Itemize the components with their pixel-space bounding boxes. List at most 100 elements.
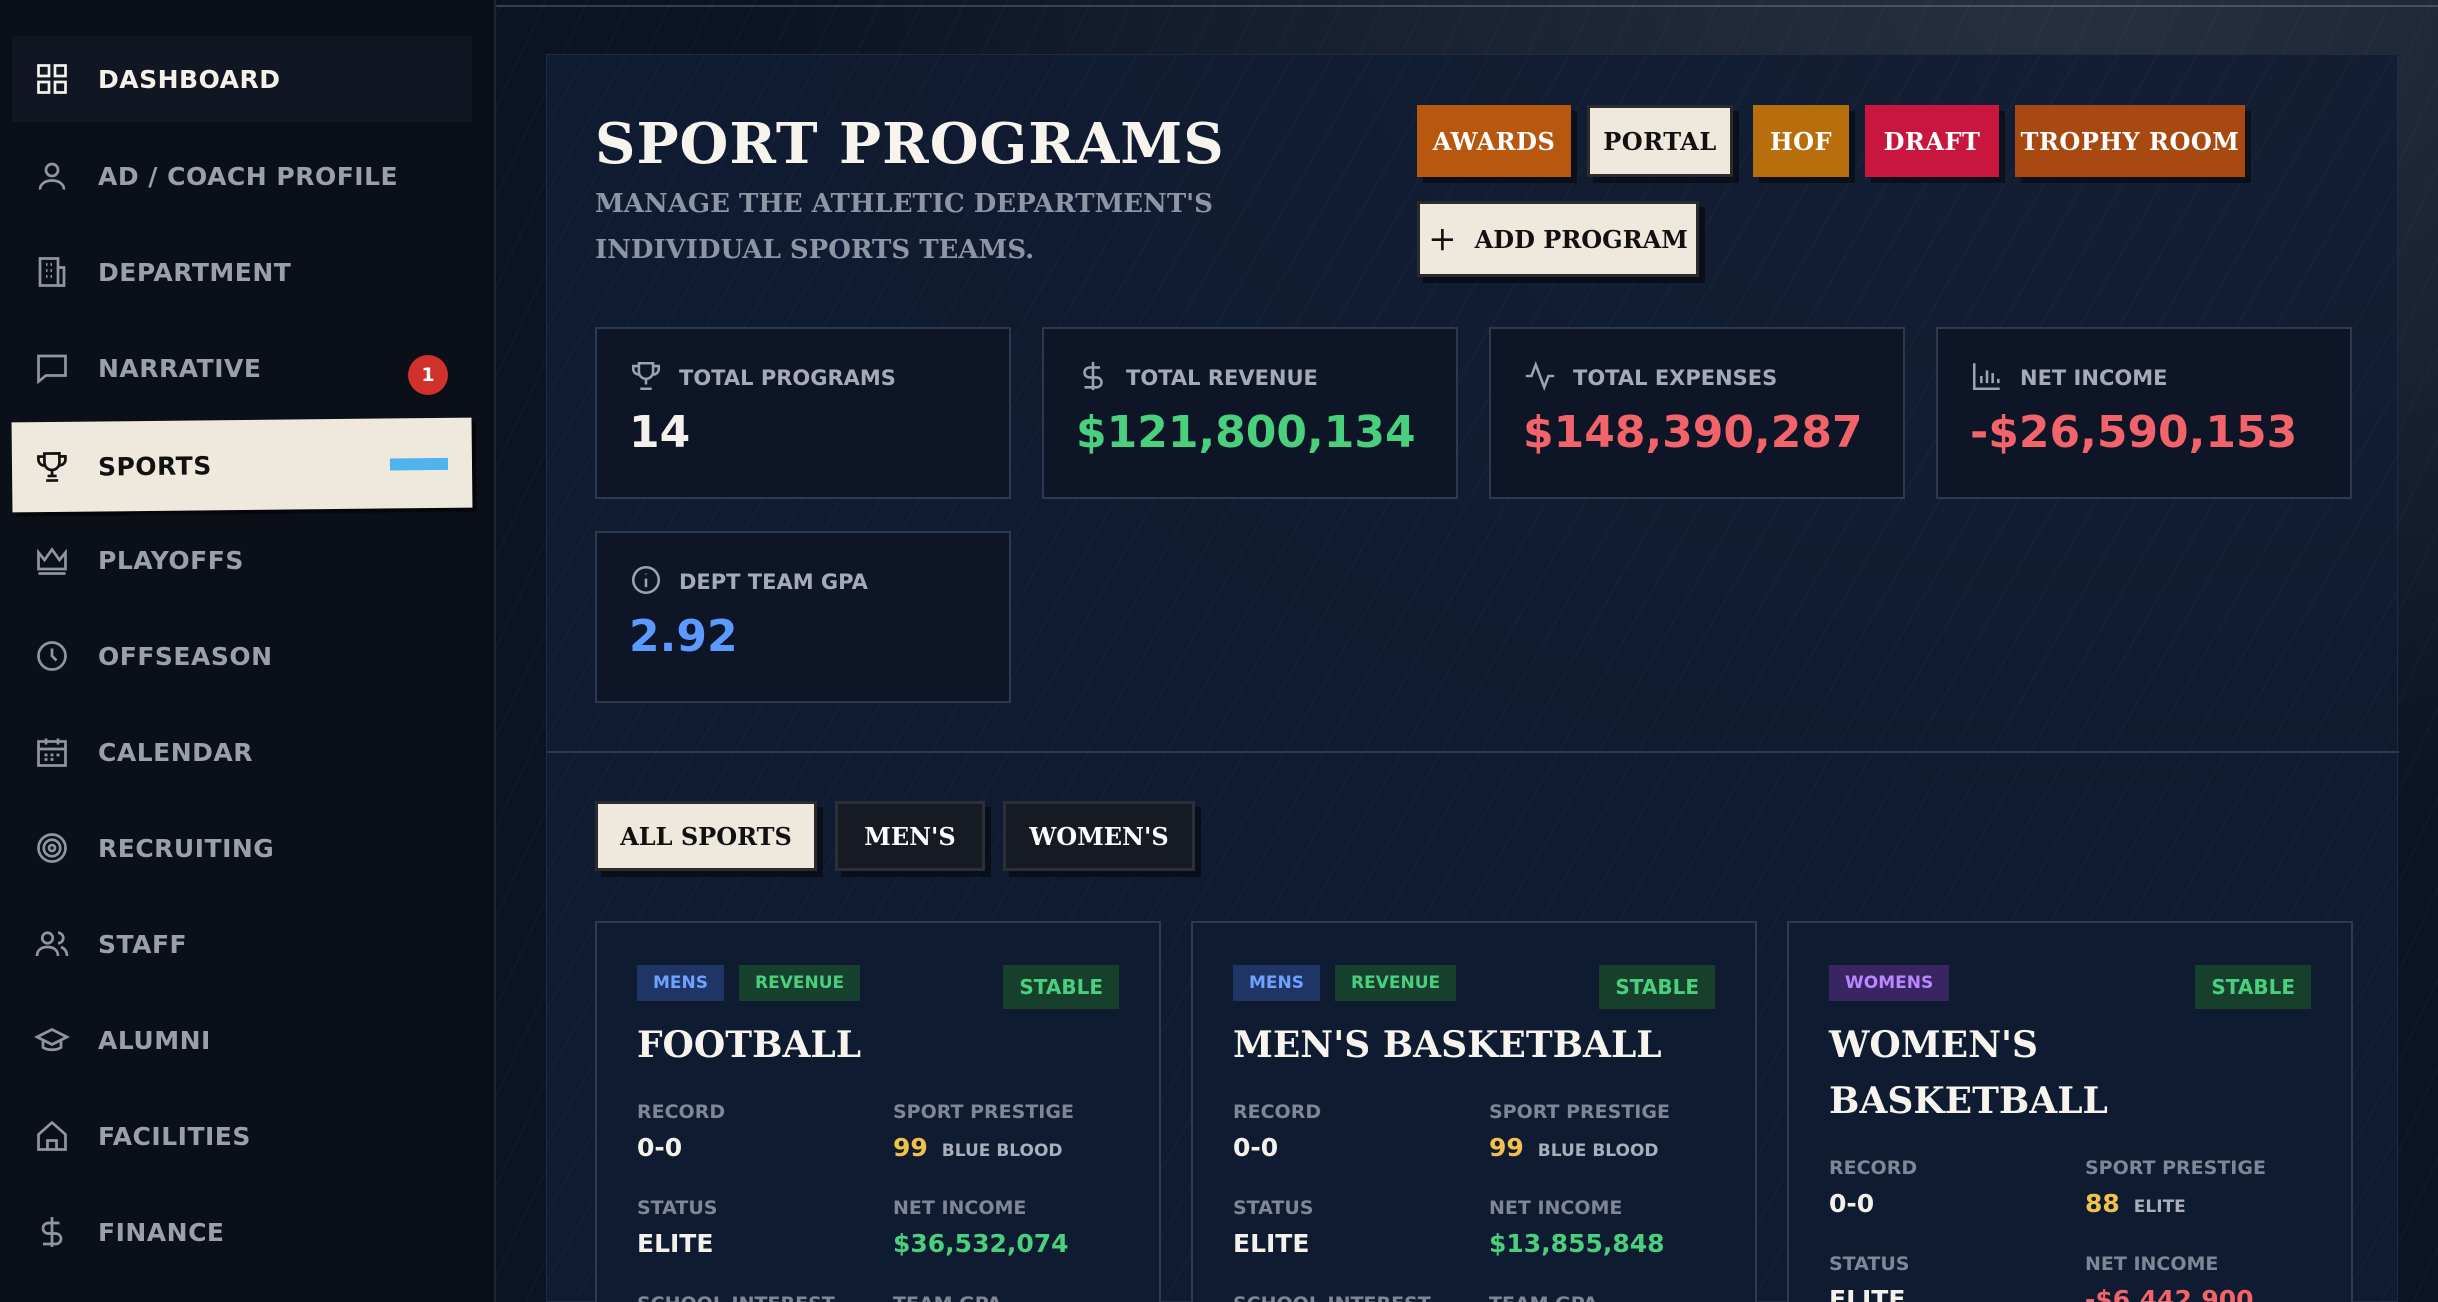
net-income-value: $36,532,074	[893, 1229, 1069, 1258]
sidebar-item-label: SPORTS	[97, 450, 212, 482]
stat-value: -$26,590,153	[1970, 407, 2298, 458]
sidebar-item-calendar[interactable]: CALENDAR	[12, 709, 472, 795]
add-program-button[interactable]: + ADD PROGRAM	[1417, 201, 1699, 277]
status-badge: STABLE	[2195, 965, 2311, 1009]
stat-value: 2.92	[629, 611, 738, 662]
sidebar-item-dashboard[interactable]: DASHBOARD	[12, 36, 472, 122]
sidebar-item-finance[interactable]: FINANCE	[12, 1189, 472, 1275]
bar-chart-icon	[1970, 359, 2004, 397]
active-marker	[389, 457, 449, 471]
page-subtitle: MANAGE THE ATHLETIC DEPARTMENT'S INDIVID…	[595, 189, 1213, 265]
team-gpa-label: TEAM GPA	[1489, 1293, 1598, 1302]
grid-icon	[34, 61, 70, 97]
sidebar-item-recruiting[interactable]: RECRUITING	[12, 805, 472, 891]
record-label: RECORD	[1829, 1157, 1918, 1179]
sport-title-line-2: BASKETBALL	[1829, 1080, 2108, 1122]
sidebar-item-label: AD / COACH PROFILE	[98, 161, 399, 191]
building-icon	[34, 254, 70, 290]
stat-dept-team-gpa: DEPT TEAM GPA 2.92	[595, 531, 1011, 703]
prestige-score: 88	[2085, 1189, 2120, 1218]
sidebar-item-label: NARRATIVE	[98, 353, 262, 383]
prestige-label: SPORT PRESTIGE	[2085, 1157, 2266, 1179]
sidebar-item-playoffs[interactable]: PLAYOFFS	[12, 517, 472, 603]
sidebar-item-sports[interactable]: SPORTS	[11, 417, 473, 513]
trophy-icon	[34, 449, 70, 485]
awards-button[interactable]: AWARDS	[1417, 105, 1571, 177]
status-badge: STABLE	[1599, 965, 1715, 1009]
plus-icon: +	[1428, 219, 1457, 259]
sport-title: WOMEN'S BASKETBALL	[1829, 1017, 2108, 1129]
section-divider	[547, 751, 2399, 753]
crown-icon	[34, 542, 70, 578]
prestige-score: 99	[893, 1133, 928, 1162]
sport-card-womens-basketball[interactable]: WOMENS STABLE WOMEN'S BASKETBALL RECORD …	[1787, 921, 2353, 1302]
home-icon	[34, 1118, 70, 1154]
sidebar-item-alumni[interactable]: ALUMNI	[12, 997, 472, 1083]
calendar-icon	[34, 734, 70, 770]
sidebar-item-staff[interactable]: STAFF	[12, 901, 472, 987]
prestige-score: 99	[1489, 1133, 1524, 1162]
prestige-value: 88 ELITE	[2085, 1189, 2186, 1218]
status-label: STATUS	[1233, 1197, 1314, 1219]
dollar-icon	[34, 1214, 70, 1250]
filter-all-sports[interactable]: ALL SPORTS	[595, 801, 817, 871]
draft-button[interactable]: DRAFT	[1865, 105, 1999, 177]
sport-title-line-1: WOMEN'S	[1829, 1024, 2039, 1066]
target-icon	[34, 830, 70, 866]
sidebar-item-offseason[interactable]: OFFSEASON	[12, 613, 472, 699]
dollar-icon	[1076, 359, 1110, 397]
portal-button[interactable]: PORTAL	[1587, 105, 1733, 177]
gender-tag: WOMENS	[1829, 965, 1950, 1001]
sport-card-football[interactable]: MENS REVENUE STABLE FOOTBALL RECORD 0-0 …	[595, 921, 1161, 1302]
add-program-label: ADD PROGRAM	[1474, 224, 1688, 254]
sport-card-mens-basketball[interactable]: MENS REVENUE STABLE MEN'S BASKETBALL REC…	[1191, 921, 1757, 1302]
sidebar-item-coach-profile[interactable]: AD / COACH PROFILE	[12, 133, 472, 219]
sidebar: DASHBOARD AD / COACH PROFILE DEPARTMENT …	[0, 0, 496, 1302]
sport-title: MEN'S BASKETBALL	[1233, 1024, 1662, 1066]
main-panel: SPORT PROGRAMS MANAGE THE ATHLETIC DEPAR…	[546, 54, 2399, 1302]
sidebar-item-department[interactable]: DEPARTMENT	[12, 229, 472, 315]
notification-badge: 1	[408, 355, 448, 395]
clock-icon	[34, 638, 70, 674]
stat-net-income: NET INCOME -$26,590,153	[1936, 327, 2352, 499]
sidebar-item-label: OFFSEASON	[98, 641, 273, 671]
net-income-value: -$6,442,900	[2085, 1285, 2254, 1302]
record-value: 0-0	[637, 1133, 683, 1162]
trophy-room-button[interactable]: TROPHY ROOM	[2015, 105, 2245, 177]
sidebar-item-label: RECRUITING	[98, 833, 275, 863]
graduation-cap-icon	[34, 1022, 70, 1058]
school-interest-label: SCHOOL INTEREST	[637, 1293, 835, 1302]
message-icon	[34, 350, 70, 386]
sidebar-item-label: PLAYOFFS	[98, 545, 244, 575]
stat-label: DEPT TEAM GPA	[679, 570, 868, 594]
prestige-label: SPORT PRESTIGE	[1489, 1101, 1670, 1123]
record-label: RECORD	[1233, 1101, 1322, 1123]
sidebar-item-narrative[interactable]: NARRATIVE 1	[12, 325, 472, 411]
trophy-icon	[629, 359, 663, 397]
net-income-label: NET INCOME	[1489, 1197, 1623, 1219]
hof-button[interactable]: HOF	[1753, 105, 1849, 177]
stat-total-programs: TOTAL PROGRAMS 14	[595, 327, 1011, 499]
prestige-tier: ELITE	[2133, 1197, 2186, 1217]
stat-label: NET INCOME	[2020, 366, 2168, 390]
status-value: ELITE	[637, 1229, 714, 1258]
sidebar-item-label: CALENDAR	[98, 737, 253, 767]
stat-value: $121,800,134	[1076, 407, 1416, 458]
revenue-tag: REVENUE	[1335, 965, 1457, 1001]
stat-value: 14	[629, 407, 691, 458]
filter-womens[interactable]: WOMEN'S	[1003, 801, 1195, 871]
stat-label: TOTAL EXPENSES	[1573, 366, 1778, 390]
stat-label: TOTAL PROGRAMS	[679, 366, 896, 390]
filter-mens[interactable]: MEN'S	[835, 801, 985, 871]
revenue-tag: REVENUE	[739, 965, 861, 1001]
sidebar-item-facilities[interactable]: FACILITIES	[12, 1093, 472, 1179]
record-value: 0-0	[1829, 1189, 1875, 1218]
prestige-value: 99 BLUE BLOOD	[893, 1133, 1063, 1162]
record-value: 0-0	[1233, 1133, 1279, 1162]
stat-value: $148,390,287	[1523, 407, 1863, 458]
sidebar-item-label: FINANCE	[98, 1217, 225, 1247]
net-income-label: NET INCOME	[2085, 1253, 2219, 1275]
net-income-value: $13,855,848	[1489, 1229, 1665, 1258]
sidebar-item-label: DASHBOARD	[98, 64, 281, 94]
page-title: SPORT PROGRAMS	[595, 111, 1225, 177]
